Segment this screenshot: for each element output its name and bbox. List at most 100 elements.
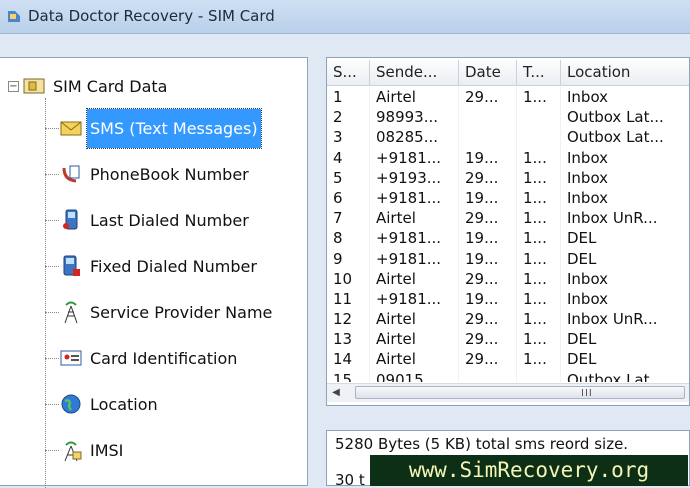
column-header-location[interactable]: Location bbox=[561, 60, 689, 85]
table-cell: Inbox UnR... bbox=[561, 208, 689, 228]
table-cell: 29... bbox=[459, 208, 517, 229]
horizontal-scrollbar[interactable]: ◀ III bbox=[327, 383, 689, 402]
table-row[interactable]: 1 Airtel 29... 1... Inbox bbox=[327, 87, 689, 108]
tree-item-sms[interactable]: SMS (Text Messages) bbox=[45, 107, 262, 149]
table-row[interactable]: 11 +9181... 19... 1... Inbox bbox=[327, 288, 689, 310]
tree-item-service-provider[interactable]: Service Provider Name bbox=[45, 295, 275, 329]
table-cell: 1... bbox=[517, 228, 561, 249]
scrollbar-thumb[interactable]: III bbox=[355, 386, 685, 399]
table-cell: Inbox bbox=[561, 269, 689, 289]
table-cell: 1... bbox=[517, 248, 561, 269]
table-cell bbox=[459, 127, 517, 148]
table-cell: 19... bbox=[459, 187, 517, 209]
column-header-sender[interactable]: Sende... bbox=[370, 60, 459, 85]
table-row[interactable]: 8 +9181... 19... 1... DEL bbox=[327, 228, 689, 249]
table-cell: 19... bbox=[459, 248, 517, 269]
table-cell: 19... bbox=[459, 147, 517, 168]
table-row[interactable]: 4 +9181... 19... 1... Inbox bbox=[327, 147, 689, 168]
table-row[interactable]: 6 +9181... 19... 1... Inbox bbox=[327, 187, 689, 209]
table-cell: Airtel bbox=[370, 268, 459, 289]
tree-root-label: SIM Card Data bbox=[53, 76, 168, 96]
table-row[interactable]: 12 Airtel 29... 1... Inbox UnR... bbox=[327, 309, 689, 330]
table-cell: 19... bbox=[459, 288, 517, 310]
table-cell: 98993... bbox=[370, 107, 459, 128]
info-text: 30 t bbox=[335, 471, 365, 486]
table-cell: DEL bbox=[561, 349, 689, 369]
collapse-icon[interactable]: − bbox=[8, 80, 19, 92]
table-cell: 29... bbox=[459, 167, 517, 188]
table-cell: 1 bbox=[327, 87, 370, 108]
tree-item-label: PhoneBook Number bbox=[90, 164, 249, 184]
antenna-icon bbox=[59, 300, 83, 324]
table-cell: 29... bbox=[459, 87, 517, 108]
tree-item-imsi[interactable]: IMSI bbox=[45, 433, 126, 467]
website-watermark: www.SimRecovery.org bbox=[370, 455, 688, 486]
table-cell: Inbox bbox=[561, 289, 689, 309]
imsi-icon bbox=[59, 438, 83, 462]
scroll-left-icon[interactable]: ◀ bbox=[330, 386, 342, 400]
table-cell: +9181... bbox=[370, 288, 459, 310]
table-cell: +9193... bbox=[370, 167, 459, 188]
table-cell: +9181... bbox=[370, 147, 459, 168]
tree-item-label: Fixed Dialed Number bbox=[90, 256, 257, 276]
table-cell bbox=[517, 107, 561, 128]
size-summary: 5280 Bytes (5 KB) total sms reord size. bbox=[335, 435, 629, 453]
table-row[interactable]: 15 09015 Outbox Lat bbox=[327, 369, 689, 382]
table-cell: 15 bbox=[327, 369, 370, 382]
column-header-date[interactable]: Date bbox=[459, 60, 517, 85]
tree-item-phonebook[interactable]: PhoneBook Number bbox=[45, 157, 252, 191]
table-cell: +9181... bbox=[370, 228, 459, 249]
column-header-time[interactable]: T... bbox=[517, 60, 561, 85]
table-cell: 13 bbox=[327, 329, 370, 350]
table-row[interactable]: 9 +9181... 19... 1... DEL bbox=[327, 248, 689, 269]
table-cell: 29... bbox=[459, 329, 517, 350]
table-cell: 1... bbox=[517, 187, 561, 209]
table-cell: 1... bbox=[517, 147, 561, 168]
table-cell: 14 bbox=[327, 349, 370, 370]
table-cell: DEL bbox=[561, 228, 689, 248]
tree-item-location[interactable]: Location bbox=[45, 387, 161, 421]
tree-item-label: Card Identification bbox=[90, 348, 238, 368]
table-cell: Outbox Lat bbox=[561, 370, 689, 382]
tree-item-last-dialed[interactable]: Last Dialed Number bbox=[45, 203, 252, 237]
tree-item-fixed-dialed[interactable]: Fixed Dialed Number bbox=[45, 249, 260, 283]
table-row[interactable]: 13 Airtel 29... 1... DEL bbox=[327, 329, 689, 350]
table-cell: 2 bbox=[327, 107, 370, 128]
table-cell: Inbox bbox=[561, 168, 689, 188]
table-cell: 10 bbox=[327, 268, 370, 289]
table-cell bbox=[459, 107, 517, 128]
table-cell: Airtel bbox=[370, 349, 459, 370]
table-cell: Inbox UnR... bbox=[561, 309, 689, 329]
table-cell bbox=[517, 369, 561, 382]
table-row[interactable]: 2 98993... Outbox Lat... bbox=[327, 107, 689, 128]
tree-item-card-id[interactable]: Card Identification bbox=[45, 341, 240, 375]
table-cell: +9181... bbox=[370, 248, 459, 269]
table-cell: 5 bbox=[327, 167, 370, 188]
table-row[interactable]: 3 08285... Outbox Lat... bbox=[327, 127, 689, 148]
table-cell: 1... bbox=[517, 349, 561, 370]
table-cell: Inbox bbox=[561, 148, 689, 168]
table-row[interactable]: 5 +9193... 29... 1... Inbox bbox=[327, 167, 689, 188]
sms-table[interactable]: S... Sende... Date T... Location 1 Airtel… bbox=[326, 57, 690, 406]
column-header-serial[interactable]: S... bbox=[327, 60, 370, 85]
table-row[interactable]: 7 Airtel 29... 1... Inbox UnR... bbox=[327, 208, 689, 229]
table-cell bbox=[517, 127, 561, 148]
table-cell: 1... bbox=[517, 167, 561, 188]
table-cell: Inbox bbox=[561, 188, 689, 208]
table-cell: 9 bbox=[327, 248, 370, 269]
table-cell: +9181... bbox=[370, 187, 459, 209]
table-cell: 1... bbox=[517, 268, 561, 289]
table-row[interactable]: 14 Airtel 29... 1... DEL bbox=[327, 349, 689, 370]
globe-icon bbox=[59, 392, 83, 416]
table-cell: 7 bbox=[327, 208, 370, 229]
table-row[interactable]: 10 Airtel 29... 1... Inbox bbox=[327, 268, 689, 289]
envelope-icon bbox=[59, 116, 83, 140]
tree-root[interactable]: − SIM Card Data bbox=[8, 76, 167, 96]
app-icon bbox=[8, 11, 20, 22]
table-cell: 29... bbox=[459, 309, 517, 330]
table-cell: Airtel bbox=[370, 309, 459, 330]
sim-tree-panel[interactable]: − SIM Card Data SMS (Text Messages) Phon… bbox=[0, 57, 308, 488]
table-cell: 29... bbox=[459, 268, 517, 289]
tree-item-label: SMS (Text Messages) bbox=[86, 107, 262, 149]
sim-card-icon bbox=[23, 78, 45, 94]
